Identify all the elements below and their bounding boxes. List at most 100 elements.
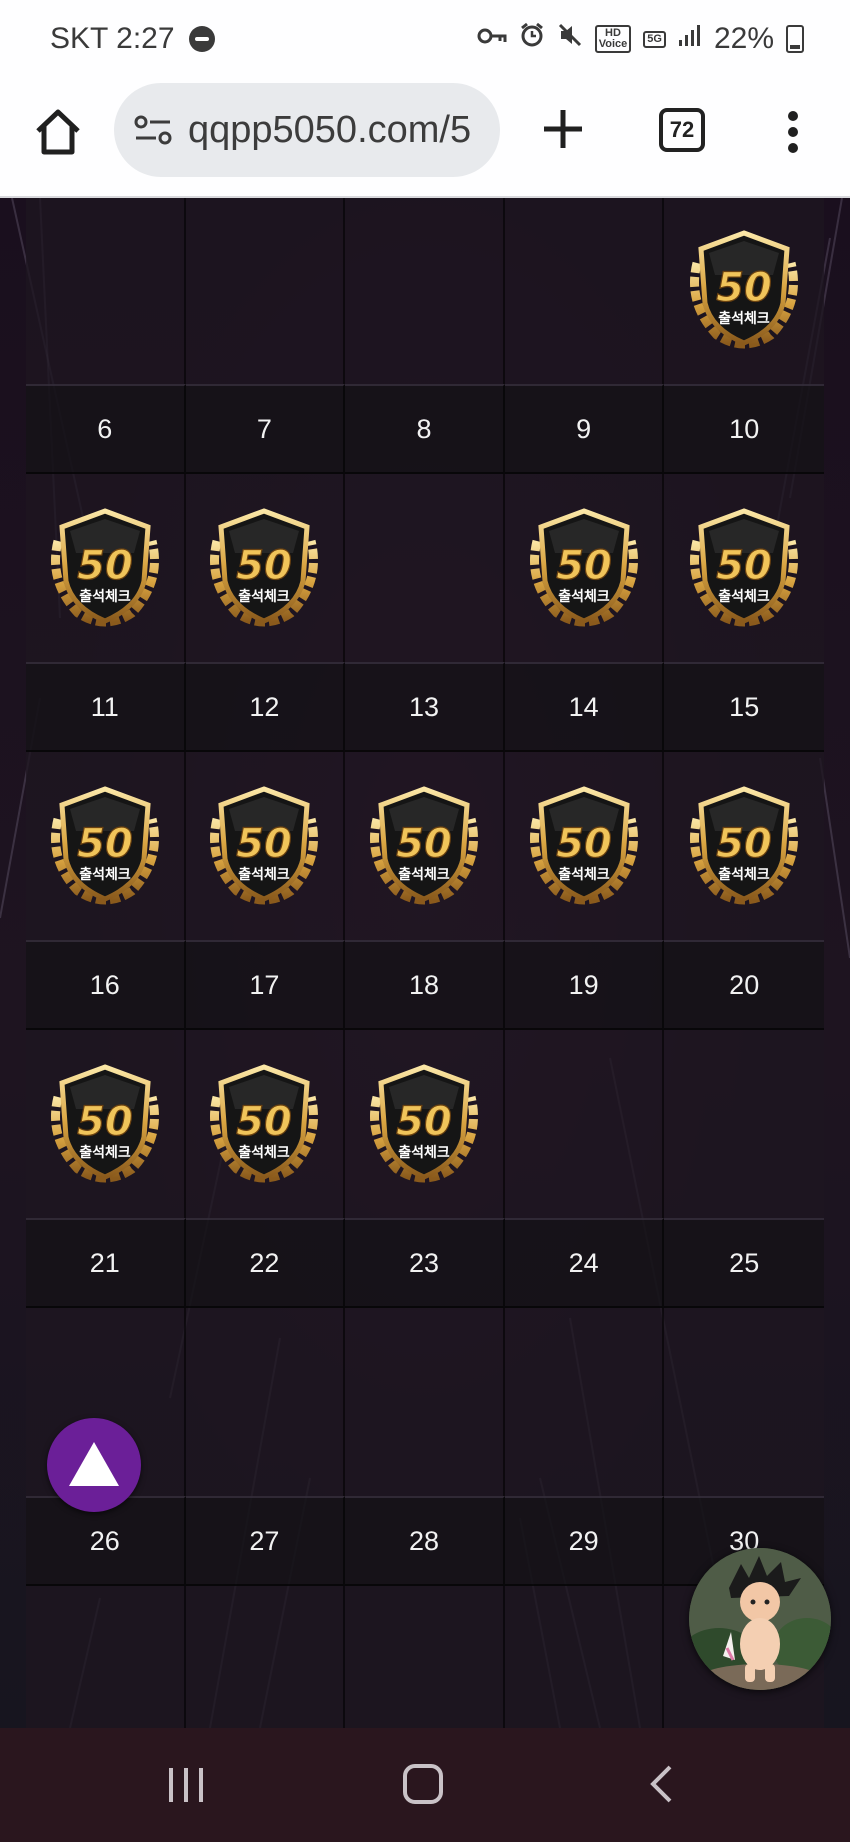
vpn-key-icon xyxy=(477,24,507,54)
day-cell[interactable]: 29 xyxy=(504,1496,665,1586)
day-number: 26 xyxy=(89,1526,120,1556)
calendar-cell xyxy=(664,1030,824,1218)
site-settings-icon[interactable] xyxy=(134,115,172,145)
carrier-time: SKT 2:27 xyxy=(50,22,175,55)
url-text[interactable]: qqpp5050.com/5 xyxy=(188,109,498,152)
battery-percent: 22% xyxy=(713,22,774,55)
calendar-cell xyxy=(26,1586,186,1728)
more-menu-button[interactable] xyxy=(780,110,806,154)
recent-apps-icon xyxy=(169,1768,203,1802)
home-button[interactable] xyxy=(30,104,86,160)
day-number: 10 xyxy=(729,414,760,444)
day-cell[interactable]: 16 xyxy=(26,940,186,1030)
day-cell[interactable]: 19 xyxy=(504,940,665,1030)
day-number: 8 xyxy=(416,414,432,444)
page-content[interactable]: 50 출석체크 6 7 8 9 10 50 출석체크 50 출석체크 50 출석체크 50 출석체크 11 12… xyxy=(0,198,850,1728)
calendar-cell xyxy=(185,1308,346,1496)
hd-voice-icon: HD Voice xyxy=(594,25,632,53)
back-button[interactable] xyxy=(648,1764,674,1804)
attendance-badge-icon: 50출석체크 xyxy=(210,1064,319,1183)
nav-home-button[interactable] xyxy=(403,1764,443,1804)
day-cell[interactable]: 15 xyxy=(664,662,824,752)
badge-label: 출석체크 xyxy=(558,866,610,883)
day-cell[interactable]: 23 xyxy=(345,1218,505,1308)
badge-number: 50 xyxy=(237,1099,293,1145)
attendance-badge-icon: 50출석체크 xyxy=(370,786,478,905)
day-cell[interactable]: 21 xyxy=(26,1218,186,1308)
calendar-cell: 50 출석체크 xyxy=(26,474,186,662)
calendar-cell xyxy=(504,1586,665,1728)
day-number: 24 xyxy=(568,1248,599,1278)
alarm-icon xyxy=(519,22,545,56)
badge-number: 50 xyxy=(237,543,293,589)
chat-avatar-button[interactable] xyxy=(689,1548,831,1690)
day-cell[interactable]: 8 xyxy=(345,384,505,474)
scroll-to-top-button[interactable] xyxy=(47,1418,141,1512)
more-menu-icon xyxy=(788,111,798,153)
badge-label: 출석체크 xyxy=(398,866,450,883)
badge-label: 출석체크 xyxy=(79,1144,131,1161)
day-number: 12 xyxy=(249,692,280,722)
day-cell[interactable]: 12 xyxy=(185,662,346,752)
badge-label: 출석체크 xyxy=(718,866,770,883)
badge-number: 50 xyxy=(396,1099,452,1145)
day-cell[interactable]: 20 xyxy=(664,940,824,1030)
status-right: HD Voice 5G 22% xyxy=(477,22,804,56)
day-number: 22 xyxy=(249,1248,280,1278)
calendar-cell: 50 출석체크 xyxy=(26,1030,186,1218)
calendar-cell xyxy=(504,1308,665,1496)
badge-number: 50 xyxy=(77,543,133,589)
tab-switcher-button[interactable]: 72 xyxy=(659,108,705,152)
day-cell[interactable]: 27 xyxy=(185,1496,346,1586)
day-cell[interactable]: 17 xyxy=(185,940,346,1030)
calendar-cell xyxy=(26,198,186,384)
day-cell[interactable]: 9 xyxy=(504,384,665,474)
day-number: 11 xyxy=(90,692,119,722)
attendance-calendar: 50 출석체크 6 7 8 9 10 50 출석체크 50 출석체크 50 출석체크 50 출석체크 11 12… xyxy=(26,198,824,1728)
day-cell[interactable]: 25 xyxy=(664,1218,824,1308)
badge-label: 출석체크 xyxy=(718,588,770,605)
day-number: 18 xyxy=(408,970,440,1000)
day-cell[interactable]: 22 xyxy=(185,1218,346,1308)
calendar-cell xyxy=(504,198,665,384)
recent-apps-button[interactable] xyxy=(166,1766,206,1804)
day-cell[interactable]: 24 xyxy=(504,1218,665,1308)
day-number: 6 xyxy=(97,414,113,444)
week-badge-row: 50 출석체크 50 출석체크 50 출석체크 50 출석체크 xyxy=(26,474,824,662)
badge-number: 50 xyxy=(556,543,612,589)
badge-number: 50 xyxy=(396,821,452,867)
5g-icon: 5G xyxy=(643,30,666,48)
browser-toolbar: qqpp5050.com/5 72 xyxy=(0,80,850,198)
attendance-badge-icon: 50출석체크 xyxy=(529,786,638,905)
calendar-cell xyxy=(504,1030,665,1218)
week-badge-row: 50 출석체크 50 출석체크 50 출석체크 50 출석체크 50 출석체크 xyxy=(26,752,824,940)
day-cell[interactable]: 6 xyxy=(26,384,186,474)
day-number: 27 xyxy=(249,1526,280,1556)
attendance-badge-icon: 50출석체크 xyxy=(690,230,799,349)
badge-label: 출석체크 xyxy=(239,866,291,883)
attendance-badge-icon: 50출석체크 xyxy=(210,508,319,627)
badge-label: 출석체크 xyxy=(239,1144,291,1161)
character-avatar-icon xyxy=(689,1548,831,1690)
calendar-cell xyxy=(345,198,505,384)
triangle-up-icon xyxy=(69,1442,119,1486)
day-cell[interactable]: 14 xyxy=(504,662,665,752)
day-cell[interactable]: 11 xyxy=(26,662,186,752)
battery-icon xyxy=(786,25,804,53)
day-cell[interactable]: 10 xyxy=(664,384,824,474)
attendance-badge-icon: 50출석체크 xyxy=(50,508,159,627)
calendar-cell xyxy=(664,1308,824,1496)
day-number: 28 xyxy=(408,1526,440,1556)
address-bar[interactable]: qqpp5050.com/5 xyxy=(114,83,500,177)
day-cell[interactable]: 18 xyxy=(345,940,505,1030)
day-cell[interactable]: 28 xyxy=(345,1496,505,1586)
badge-number: 50 xyxy=(237,821,293,867)
calendar-cell: 50 출석체크 xyxy=(664,198,824,384)
new-tab-button[interactable] xyxy=(538,104,588,154)
day-number: 25 xyxy=(729,1248,760,1278)
badge-label: 출석체크 xyxy=(718,310,770,327)
day-cell[interactable]: 7 xyxy=(185,384,346,474)
day-number: 19 xyxy=(568,970,599,1000)
day-cell[interactable]: 13 xyxy=(345,662,505,752)
week-day-number-row: 6 7 8 9 10 xyxy=(26,384,824,474)
